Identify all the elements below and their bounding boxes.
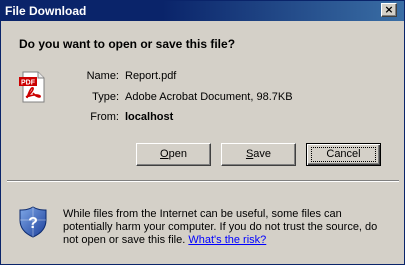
file-source-label: From: [90, 111, 119, 123]
file-name-value: Report.pdf [125, 70, 177, 82]
file-name-row: Name: Report.pdf [1, 70, 405, 84]
svg-text:?: ? [28, 215, 38, 232]
file-source-value: localhost [125, 111, 174, 123]
focus-rectangle [311, 147, 376, 162]
file-type-value: Adobe Acrobat Document, 98.7KB [125, 91, 293, 103]
file-source-row: From: localhost [1, 111, 405, 125]
whats-the-risk-link[interactable]: What's the risk? [188, 234, 266, 246]
window-title: File Download [5, 4, 87, 18]
security-shield-icon: ? [19, 206, 47, 238]
file-download-dialog: File Download × Do you want to open or s… [0, 0, 405, 265]
open-button[interactable]: Open [136, 143, 211, 166]
file-type-label: Type: [92, 91, 119, 103]
open-button-label: pen [168, 148, 187, 160]
security-warning-text: While files from the Internet can be use… [63, 208, 393, 247]
file-name-label: Name: [86, 70, 119, 82]
save-button[interactable]: Save [221, 143, 296, 166]
close-button[interactable]: × [381, 3, 397, 17]
open-button-accelerator: O [160, 148, 169, 160]
dialog-question: Do you want to open or save this file? [19, 37, 236, 51]
separator [7, 180, 399, 182]
save-button-label: ave [253, 148, 272, 160]
file-type-row: Type: Adobe Acrobat Document, 98.7KB [1, 91, 405, 105]
title-bar[interactable]: File Download × [1, 1, 404, 21]
cancel-button[interactable]: Cancel [306, 143, 381, 166]
